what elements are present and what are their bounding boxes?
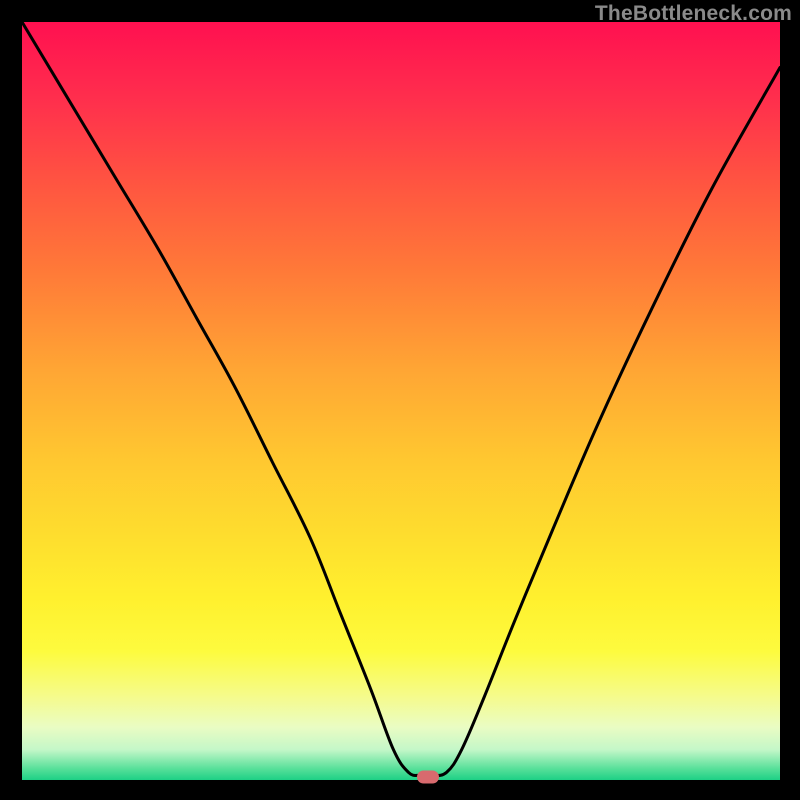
- chart-plot-area: [22, 22, 780, 780]
- optimal-point-marker: [417, 770, 439, 783]
- bottleneck-curve: [22, 22, 780, 780]
